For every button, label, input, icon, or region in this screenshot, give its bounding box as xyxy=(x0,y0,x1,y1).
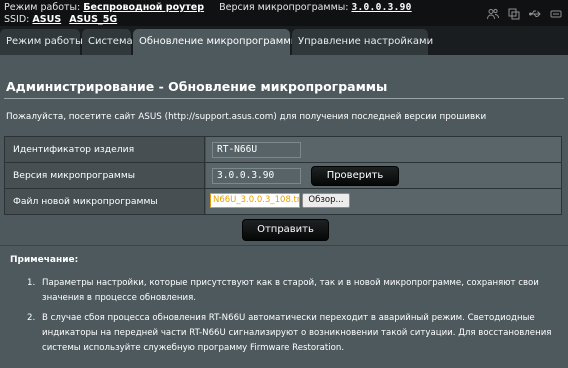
note-item: 2. В случае сбоя процесса обновления RT-… xyxy=(27,311,562,356)
usb-icon[interactable] xyxy=(529,8,541,20)
main-panel: Администрирование - Обновление микропрог… xyxy=(0,55,568,368)
tab-bar: Режим работы Система Обновление микропро… xyxy=(0,29,433,55)
note-text: Параметры настройки, которые присутствую… xyxy=(42,278,539,303)
firmware-form: Идентификатор изделия RT-N66U Версия мик… xyxy=(4,136,562,215)
ssid-link-1[interactable]: ASUS xyxy=(32,14,61,25)
tab-firmware-upgrade[interactable]: Обновление микропрограммы xyxy=(133,29,299,55)
tab-settings-management[interactable]: Управление настройками xyxy=(292,29,433,55)
ssid-label: SSID: xyxy=(4,14,30,25)
top-icons xyxy=(487,8,562,20)
ssid-link-2[interactable]: ASUS_5G xyxy=(69,14,117,25)
note-text: В случае сбоя процесса обновления RT-N66… xyxy=(42,313,552,353)
users-icon[interactable] xyxy=(487,8,499,20)
intro-text: Пожалуйста, посетите сайт ASUS (http://s… xyxy=(6,112,487,122)
firmware-version-label: Версия микропрограммы: xyxy=(219,2,349,13)
notes-heading: Примечание: xyxy=(10,255,79,265)
firmware-version-row: Версия микропрограммы 3.0.0.3.90 Провери… xyxy=(5,163,561,189)
new-firmware-row: Файл новой микропрограммы N66U_3.0.0.3_1… xyxy=(5,189,561,214)
operation-mode-label: Режим работы: xyxy=(4,2,81,13)
firmware-version-row-label: Версия микропрограммы xyxy=(13,170,136,181)
note-number: 1. xyxy=(27,278,36,288)
operation-mode-link[interactable]: Беспроводной роутер xyxy=(83,2,204,13)
note-item: 1. Параметры настройки, которые присутст… xyxy=(27,276,562,306)
top-status-bar: Режим работы: Беспроводной роутер Версия… xyxy=(0,0,568,26)
product-id-field: RT-N66U xyxy=(212,142,301,158)
copy-icon[interactable] xyxy=(508,8,520,20)
check-button[interactable]: Проверить xyxy=(311,166,399,186)
new-firmware-label: Файл новой микропрограммы xyxy=(13,196,158,207)
product-id-label: Идентификатор изделия xyxy=(13,144,135,155)
firmware-file-input[interactable]: N66U_3.0.0.3_108.trx xyxy=(210,193,300,208)
firmware-version-link[interactable]: 3.0.0.3.90 xyxy=(352,2,412,13)
page-title: Администрирование - Обновление микропрог… xyxy=(6,79,388,94)
notes-section: Примечание: 1. Параметры настройки, кото… xyxy=(0,245,568,368)
network-icon[interactable] xyxy=(550,8,562,20)
submit-button[interactable]: Отправить xyxy=(242,219,329,241)
title-divider xyxy=(4,98,564,99)
tab-system[interactable]: Система xyxy=(82,29,133,55)
product-id-row: Идентификатор изделия RT-N66U xyxy=(5,137,561,163)
ssid-line: SSID: ASUS ASUS_5G xyxy=(4,14,117,25)
note-number: 2. xyxy=(27,313,36,323)
tab-operation-mode[interactable]: Режим работы xyxy=(0,29,83,55)
browse-button[interactable]: Обзор... xyxy=(302,193,350,208)
operation-mode-line: Режим работы: Беспроводной роутер Версия… xyxy=(4,2,412,13)
firmware-version-field: 3.0.0.3.90 xyxy=(212,168,301,184)
